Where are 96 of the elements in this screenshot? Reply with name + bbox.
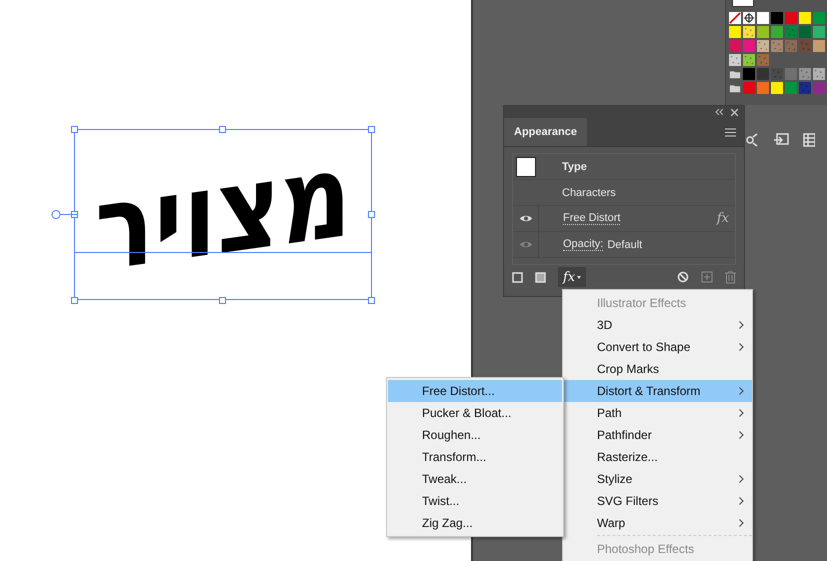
- menu-item[interactable]: Roughen...: [388, 424, 562, 446]
- color-swatch[interactable]: [812, 11, 826, 25]
- resize-handle[interactable]: [71, 126, 78, 133]
- menu-item[interactable]: Pucker & Bloat...: [388, 402, 562, 424]
- close-icon[interactable]: [731, 108, 738, 116]
- chevron-icon: [739, 497, 744, 505]
- rotation-handle-icon[interactable]: [51, 209, 77, 220]
- color-swatch[interactable]: [770, 25, 784, 39]
- color-swatch[interactable]: [784, 67, 798, 81]
- menu-item[interactable]: Free Distort...: [388, 380, 562, 402]
- pattern-swatch[interactable]: [756, 53, 770, 67]
- color-swatch[interactable]: [812, 25, 826, 39]
- opacity-value: Default: [607, 238, 642, 250]
- chevron-icon: [739, 321, 744, 329]
- merge-icon[interactable]: [745, 133, 759, 147]
- color-swatch[interactable]: [728, 39, 742, 53]
- color-swatch[interactable]: [770, 81, 784, 95]
- grid-icon[interactable]: [803, 133, 815, 147]
- selection-bounding-box[interactable]: מצויר: [74, 129, 372, 300]
- caret-icon: [577, 276, 582, 278]
- color-swatch[interactable]: [756, 67, 770, 81]
- fill-square-icon[interactable]: [535, 272, 546, 282]
- fx-label: fx: [716, 211, 729, 226]
- menu-item[interactable]: Transform...: [388, 446, 562, 468]
- appearance-characters-label[interactable]: Characters: [562, 186, 616, 198]
- menu-item[interactable]: Crop Marks: [563, 358, 752, 380]
- opacity-link[interactable]: Opacity:: [563, 238, 604, 251]
- menu-item[interactable]: SVG Filters: [563, 490, 752, 512]
- resize-handle[interactable]: [71, 297, 78, 304]
- menu-item[interactable]: Zig Zag...: [388, 512, 562, 534]
- appearance-tab[interactable]: Appearance: [504, 118, 587, 146]
- registration-swatch[interactable]: [742, 11, 756, 25]
- pattern-swatch[interactable]: [784, 39, 798, 53]
- distorted-hebrew-text: מצויר: [94, 136, 352, 290]
- clear-icon[interactable]: [677, 271, 689, 283]
- add-effect-button[interactable]: fx: [558, 267, 586, 287]
- pattern-swatch[interactable]: [798, 67, 812, 81]
- color-swatch[interactable]: [798, 25, 812, 39]
- pattern-swatch[interactable]: [756, 39, 770, 53]
- none-swatch[interactable]: [728, 11, 742, 25]
- pattern-swatch[interactable]: [742, 53, 756, 67]
- color-swatch[interactable]: [784, 11, 798, 25]
- chevron-icon: [739, 343, 744, 351]
- menu-item[interactable]: Path: [563, 402, 752, 424]
- menu-item[interactable]: Convert to Shape: [563, 336, 752, 358]
- menu-section-header: Illustrator Effects: [596, 295, 688, 312]
- add-icon[interactable]: [701, 271, 713, 283]
- swatch-preview: [732, 0, 754, 7]
- menu-item[interactable]: Pathfinder: [563, 424, 752, 446]
- pattern-swatch[interactable]: [742, 25, 756, 39]
- menu-item[interactable]: Warp: [563, 512, 752, 534]
- menu-item[interactable]: Stylize: [563, 468, 752, 490]
- menu-item[interactable]: Tweak...: [388, 468, 562, 490]
- chevron-icon: [739, 431, 744, 439]
- pattern-swatch[interactable]: [728, 53, 742, 67]
- chevron-icon: [739, 387, 744, 395]
- chevron-icon: [739, 409, 744, 417]
- place-icon[interactable]: [773, 133, 789, 147]
- menu-item[interactable]: Twist...: [388, 490, 562, 512]
- pattern-swatch[interactable]: [770, 39, 784, 53]
- resize-handle[interactable]: [368, 297, 375, 304]
- appearance-type-label: Type: [562, 160, 587, 172]
- color-swatch[interactable]: [784, 81, 798, 95]
- menu-icon[interactable]: [725, 128, 736, 136]
- color-swatch[interactable]: [742, 67, 756, 81]
- collapse-icon[interactable]: [715, 109, 723, 115]
- stroke-square-icon[interactable]: [512, 272, 523, 282]
- effect-link[interactable]: Free Distort: [563, 212, 620, 225]
- color-swatch[interactable]: [812, 81, 826, 95]
- color-swatch[interactable]: [812, 39, 826, 53]
- resize-handle[interactable]: [368, 126, 375, 133]
- color-swatch[interactable]: [756, 25, 770, 39]
- color-swatch[interactable]: [728, 25, 742, 39]
- resize-handle[interactable]: [219, 126, 226, 133]
- menu-item[interactable]: 3D: [563, 314, 752, 336]
- trash-icon[interactable]: [725, 270, 736, 284]
- chevron-icon: [739, 519, 744, 527]
- type-thumbnail: [516, 156, 536, 176]
- pattern-swatch[interactable]: [798, 39, 812, 53]
- pattern-swatch[interactable]: [784, 25, 798, 39]
- color-swatch[interactable]: [756, 81, 770, 95]
- eye-icon[interactable]: [518, 214, 532, 223]
- chevron-icon: [739, 475, 744, 483]
- color-swatch[interactable]: [742, 81, 756, 95]
- pattern-swatch[interactable]: [770, 67, 784, 81]
- color-swatch[interactable]: [742, 39, 756, 53]
- pattern-swatch[interactable]: [798, 81, 812, 95]
- color-swatch[interactable]: [770, 11, 784, 25]
- color-swatch[interactable]: [756, 11, 770, 25]
- menu-item[interactable]: Distort & Transform: [563, 380, 752, 402]
- color-swatch[interactable]: [798, 11, 812, 25]
- pattern-swatch[interactable]: [812, 67, 826, 81]
- resize-handle[interactable]: [219, 297, 226, 304]
- resize-handle[interactable]: [368, 211, 375, 218]
- menu-item[interactable]: Rasterize...: [563, 446, 752, 468]
- menu-section-header: Photoshop Effects: [596, 541, 696, 558]
